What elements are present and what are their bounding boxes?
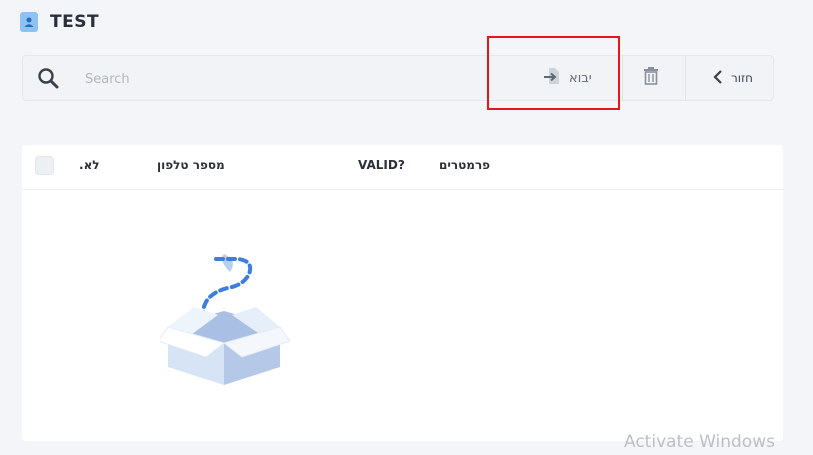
delete-button[interactable] <box>631 64 671 92</box>
column-header-parameters[interactable]: פרמטרים <box>439 158 490 172</box>
import-button[interactable]: יבוא <box>543 65 592 91</box>
toolbar-divider <box>685 56 686 100</box>
trash-icon <box>643 67 659 89</box>
chevron-left-icon <box>713 69 723 88</box>
back-button[interactable]: חזור <box>693 64 773 92</box>
page-title: TEST <box>50 12 100 32</box>
column-header-number[interactable]: .לא <box>79 158 100 172</box>
contacts-table: .לא מספר טלפון VALID? פרמטרים <box>22 145 783 441</box>
activate-windows-watermark: Activate Windows <box>624 432 775 452</box>
table-header: .לא מספר טלפון VALID? פרמטרים <box>22 145 783 190</box>
empty-box-icon <box>157 245 291 394</box>
toolbar-divider <box>622 56 623 100</box>
import-label: יבוא <box>569 70 592 86</box>
back-label: חזור <box>730 71 754 85</box>
import-icon <box>543 67 561 89</box>
column-header-valid[interactable]: VALID? <box>358 158 405 172</box>
app-header: TEST <box>20 10 99 34</box>
toolbar: יבוא חזור <box>22 55 774 101</box>
search-input[interactable] <box>83 66 467 92</box>
column-header-phone[interactable]: מספר טלפון <box>157 158 225 172</box>
select-all-checkbox[interactable] <box>35 156 54 175</box>
search-icon[interactable] <box>37 67 59 89</box>
contacts-book-icon <box>20 12 38 32</box>
